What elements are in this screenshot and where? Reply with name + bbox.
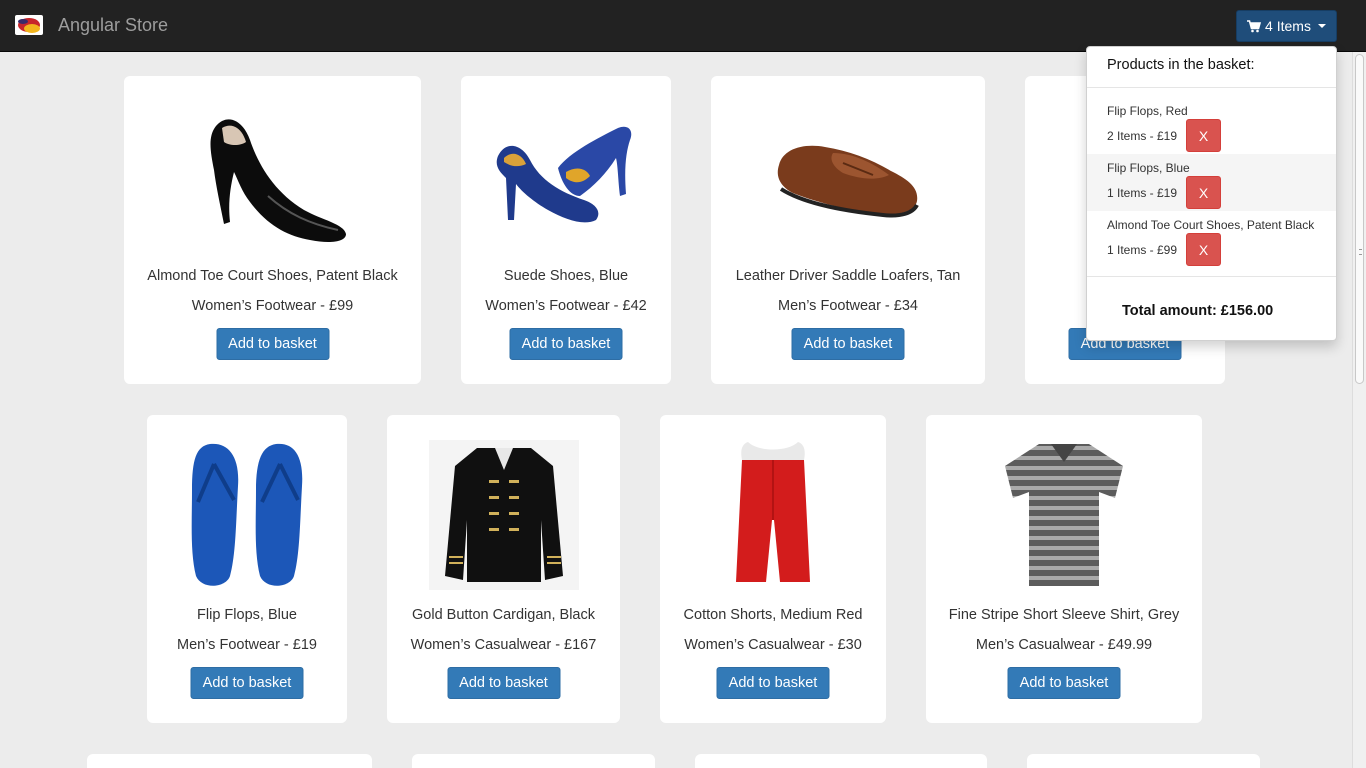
basket-item-quantity: 1 Items - £99 [1107,243,1178,257]
product-card: Fine Stripe Short Sleeve Shirt, Grey Men… [926,415,1202,723]
basket-item-quantity: 1 Items - £19 [1107,186,1178,200]
brand-title[interactable]: Angular Store [58,15,168,36]
product-category-price: Women’s Footwear - £42 [485,298,647,314]
basket-total: Total amount: £156.00 [1122,303,1274,319]
basket-divider [1087,87,1336,88]
tan-loafer-image [711,101,985,251]
add-to-basket-button[interactable]: Add to basket [791,328,905,360]
grey-striped-shirt-image [926,440,1202,590]
product-category-price: Men’s Casualwear - £49.99 [975,637,1153,653]
add-to-basket-button[interactable]: Add to basket [716,667,830,699]
product-name: Almond Toe Court Shoes, Patent Black [147,268,398,284]
basket-divider [1087,276,1336,277]
product-card: Suede Shoes, Blue Women’s Footwear - £42… [461,76,671,384]
basket-item: Flip Flops, Red 2 Items - £19 X [1087,97,1336,154]
product-card: Gold Button Cardigan, Black Women’s Casu… [387,415,620,723]
black-cardigan-image [387,440,620,590]
product-card: Flip Flops, Blue Men’s Footwear - £19 Ad… [147,415,347,723]
remove-item-button[interactable]: X [1186,233,1221,266]
product-category-price: Women’s Footwear - £99 [191,298,354,314]
product-card [412,754,655,768]
basket-item-name: Flip Flops, Blue [1107,161,1190,175]
remove-item-button[interactable]: X [1186,119,1221,152]
product-name: Suede Shoes, Blue [503,268,629,284]
product-name: Flip Flops, Blue [197,607,297,623]
product-name: Cotton Shorts, Medium Red [683,607,863,623]
basket-item-name: Flip Flops, Red [1107,104,1188,118]
basket-item: Flip Flops, Blue 1 Items - £19 X [1087,154,1336,211]
basket-item-quantity: 2 Items - £19 [1107,129,1178,143]
product-name: Gold Button Cardigan, Black [412,607,595,623]
basket-dropdown: Products in the basket: Flip Flops, Red … [1086,46,1337,341]
product-card [1027,754,1260,768]
product-card: Cotton Shorts, Medium Red Women’s Casual… [660,415,886,723]
black-court-shoe-image [124,101,421,251]
add-to-basket-button[interactable]: Add to basket [1007,667,1121,699]
cart-dropdown-button[interactable]: 4 Items [1236,10,1337,42]
blue-suede-heels-image [461,101,671,251]
add-to-basket-button[interactable]: Add to basket [509,328,623,360]
basket-header: Products in the basket: [1107,57,1255,73]
basket-item-name: Almond Toe Court Shoes, Patent Black [1107,218,1315,232]
blue-flip-flops-image [147,440,347,590]
product-card [87,754,372,768]
product-category-price: Men’s Footwear - £19 [177,637,317,653]
add-to-basket-button[interactable]: Add to basket [216,328,329,360]
product-category-price: Men’s Footwear - £34 [778,298,918,314]
product-category-price: Women’s Casualwear - £30 [684,637,862,653]
scrollbar-thumb[interactable] [1355,54,1364,384]
basket-item: Almond Toe Court Shoes, Patent Black 1 I… [1087,211,1336,268]
navbar: Angular Store 4 Items [0,0,1366,52]
store-logo-icon[interactable] [15,15,43,35]
product-card: Leather Driver Saddle Loafers, Tan Men’s… [711,76,985,384]
product-card [695,754,987,768]
add-to-basket-button[interactable]: Add to basket [447,667,560,699]
product-name: Leather Driver Saddle Loafers, Tan [735,268,961,284]
caret-down-icon [1317,24,1326,28]
add-to-basket-button[interactable]: Add to basket [190,667,304,699]
product-name: Fine Stripe Short Sleeve Shirt, Grey [948,607,1180,623]
page-scrollbar[interactable] [1352,52,1366,768]
shopping-cart-icon [1247,19,1262,32]
red-shorts-image [660,440,886,590]
product-category-price: Women’s Casualwear - £167 [410,637,597,653]
product-card: Almond Toe Court Shoes, Patent Black Wom… [124,76,421,384]
cart-count-label: 4 Items [1265,18,1311,34]
remove-item-button[interactable]: X [1186,176,1221,209]
